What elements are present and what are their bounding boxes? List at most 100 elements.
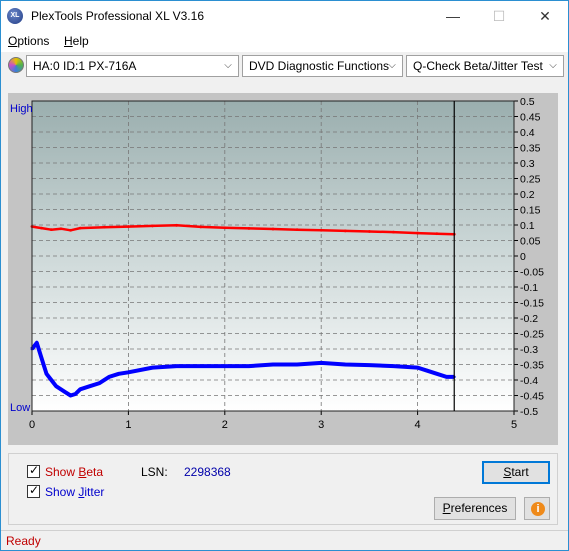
x-tick-label: 0 <box>29 419 35 431</box>
jitter-point <box>175 364 179 368</box>
y-tick-label: 0.35 <box>520 143 541 155</box>
y-tick-label: -0.45 <box>520 391 544 403</box>
menu-help[interactable]: Help <box>64 34 89 48</box>
test-select[interactable]: Q-Check Beta/Jitter Test ⌵ <box>406 55 564 77</box>
x-tick-label: 1 <box>125 419 131 431</box>
beta-point <box>78 226 82 230</box>
show-jitter-checkbox[interactable]: ✓ <box>27 483 40 498</box>
menu-options[interactable]: Options <box>8 34 49 48</box>
jitter-point <box>199 364 203 368</box>
show-beta-check-icon: ✓ <box>29 463 40 477</box>
title-bar: XL PlexTools Professional XL V3.16 — ☐ ✕ <box>1 1 568 32</box>
y-tick-label: 0 <box>520 251 526 263</box>
jitter-point <box>247 364 251 368</box>
minimize-button[interactable]: — <box>430 1 476 32</box>
beta-point <box>151 224 154 228</box>
jitter-point <box>98 381 101 385</box>
menu-options-label: ptions <box>17 34 50 48</box>
y-tick-label: -0.3 <box>520 344 538 356</box>
beta-point <box>40 226 44 230</box>
show-jitter-label[interactable]: Show Jitter <box>45 485 104 499</box>
jitter-point <box>35 341 39 345</box>
beta-point <box>59 227 63 231</box>
drive-select-value: HA:0 ID:1 PX-716A <box>33 59 137 73</box>
beta-point <box>127 225 130 228</box>
beta-point <box>175 223 179 227</box>
x-tick-label: 3 <box>318 419 324 431</box>
x-tick-label: 5 <box>511 419 517 431</box>
options-panel: ✓ Show Beta ✓ Show Jitter LSN: 2298368 S… <box>8 453 558 525</box>
beta-point <box>343 229 347 233</box>
y-tick-label: 0.1 <box>520 220 535 232</box>
jitter-point <box>59 387 63 391</box>
low-label: Low <box>10 402 30 414</box>
beta-point <box>271 227 275 231</box>
high-label: High <box>10 103 33 115</box>
beta-point <box>319 228 323 232</box>
jitter-point <box>425 369 429 373</box>
jitter-point <box>368 363 371 367</box>
jitter-point <box>73 392 77 396</box>
y-tick-label: -0.05 <box>520 267 544 279</box>
jitter-point <box>117 372 121 376</box>
beta-point <box>416 231 419 235</box>
beta-point <box>49 228 53 232</box>
jitter-point <box>54 384 58 388</box>
menu-options-mnemonic: O <box>8 34 18 48</box>
beta-point <box>223 226 227 230</box>
y-tick-label: 0.45 <box>520 112 541 124</box>
info-icon: i <box>531 502 545 516</box>
show-beta-checkbox[interactable]: ✓ <box>27 463 40 478</box>
preferences-mnemonic: P <box>442 501 451 515</box>
window-title: PlexTools Professional XL V3.16 <box>31 9 204 23</box>
plextools-logo-icon: XL <box>7 8 23 24</box>
jitter-point <box>223 364 227 368</box>
y-tick-label: 0.5 <box>520 96 535 108</box>
maximize-button[interactable]: ☐ <box>476 1 522 32</box>
jitter-point <box>107 375 111 379</box>
y-tick-label: -0.1 <box>520 282 538 294</box>
y-tick-label: -0.25 <box>520 329 544 341</box>
start-button[interactable]: Start <box>482 461 550 484</box>
show-beta-label-end: eta <box>86 465 104 479</box>
chevron-down-icon: ⌵ <box>224 60 232 71</box>
jitter-point <box>295 363 299 366</box>
jitter-point <box>88 384 92 388</box>
close-button[interactable]: ✕ <box>522 1 568 32</box>
y-tick-label: 0.05 <box>520 236 541 248</box>
info-button[interactable]: i <box>524 497 550 520</box>
lsn-value: 2298368 <box>184 465 231 479</box>
y-tick-label: 0.3 <box>520 158 535 170</box>
jitter-point <box>319 361 323 365</box>
beta-point <box>199 225 203 229</box>
chevron-down-icon: ⌵ <box>388 60 396 71</box>
y-tick-label: -0.15 <box>520 298 544 310</box>
y-tick-label: -0.4 <box>520 375 538 387</box>
beta-point <box>69 228 72 232</box>
jitter-point <box>45 372 48 376</box>
beta-jitter-chart: 0 1 2 3 4 5 0.5 0.45 0.4 0.35 0.3 0.25 0.2 0.15 0.1 0.0… <box>8 93 558 445</box>
test-select-value: Q-Check Beta/Jitter Test <box>413 59 543 73</box>
beta-point <box>247 227 251 230</box>
preferences-button[interactable]: Preferences <box>434 497 516 520</box>
y-tick-label: -0.2 <box>520 313 538 325</box>
menu-bar: Options Help <box>1 32 568 52</box>
jitter-point <box>127 370 130 374</box>
status-text: Ready <box>6 534 41 548</box>
x-tick-label: 4 <box>415 419 421 431</box>
jitter-point <box>69 394 72 397</box>
start-label: tart <box>511 465 529 479</box>
function-select[interactable]: DVD Diagnostic Functions ⌵ <box>242 55 403 77</box>
chevron-down-icon: ⌵ <box>549 60 557 71</box>
beta-point <box>368 230 371 233</box>
toolbar: HA:0 ID:1 PX-716A ⌵ DVD Diagnostic Funct… <box>1 52 568 79</box>
show-beta-label-start: Show <box>45 465 79 479</box>
jitter-point <box>151 366 154 369</box>
jitter-point <box>445 375 448 379</box>
show-beta-label[interactable]: Show Beta <box>45 465 103 479</box>
drive-select[interactable]: HA:0 ID:1 PX-716A ⌵ <box>26 55 239 77</box>
jitter-point <box>49 378 53 382</box>
jitter-point <box>416 366 419 369</box>
jitter-point <box>78 387 82 391</box>
y-tick-label: 0.25 <box>520 174 541 186</box>
